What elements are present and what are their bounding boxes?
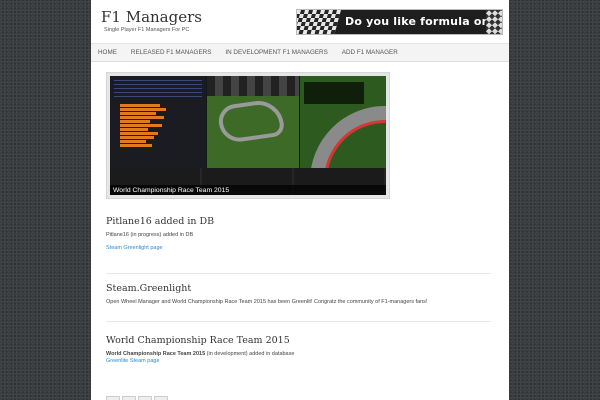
site-tagline: Single Player F1 Managers For PC (104, 27, 190, 33)
featured-slider[interactable]: World Championship Race Team 2015 (106, 72, 390, 199)
post-wcrt-2015: World Championship Race Team 2015 World … (106, 335, 491, 364)
screenshot-panel-standings (110, 76, 206, 168)
post-steam-greenlight: Steam.Greenlight Open Wheel Manager and … (106, 283, 491, 305)
nav-item-home[interactable]: HOME (91, 44, 124, 61)
featured-screenshot[interactable]: World Championship Race Team 2015 (110, 76, 386, 195)
pagination-button[interactable] (122, 396, 136, 400)
post-body-bold: World Championship Race Team 2015 (106, 351, 206, 357)
post-body: World Championship Race Team 2015 (in de… (106, 351, 491, 357)
nav-item-in-development[interactable]: IN DEVELOPMENT F1 MANAGERS (218, 44, 334, 61)
header-banner[interactable]: Do you like formula one? (296, 9, 503, 35)
slider-caption[interactable]: World Championship Race Team 2015 (110, 185, 386, 195)
post-link[interactable]: Steam Greenlight page (106, 245, 491, 251)
screenshot-panel-track-map (207, 76, 299, 168)
nav-item-add-manager[interactable]: ADD F1 MANAGER (335, 44, 405, 61)
post-title[interactable]: World Championship Race Team 2015 (106, 335, 491, 346)
post-body: Open Wheel Manager and World Championshi… (106, 299, 428, 305)
main-nav: HOME RELEASED F1 MANAGERS IN DEVELOPMENT… (91, 44, 509, 62)
post-title[interactable]: Steam.Greenlight (106, 283, 491, 294)
pagination-button[interactable] (106, 396, 120, 400)
post-pitlane16: Pitlane16 added in DB Pitlane16 (in prog… (106, 216, 491, 251)
nav-item-released[interactable]: RELEASED F1 MANAGERS (124, 44, 218, 61)
site-title[interactable]: F1 Managers (101, 8, 202, 26)
pagination (106, 396, 170, 400)
post-divider (106, 273, 491, 274)
screenshot-panel-race-view (300, 76, 386, 168)
post-divider (106, 321, 491, 322)
post-body-rest: (in development) added in database (205, 351, 295, 357)
page-container: F1 Managers Single Player F1 Managers Fo… (91, 0, 509, 400)
pagination-button[interactable] (138, 396, 152, 400)
post-title[interactable]: Pitlane16 added in DB (106, 216, 491, 227)
post-body: Pitlane16 (in progress) added in DB (106, 232, 194, 238)
site-header: F1 Managers Single Player F1 Managers Fo… (91, 0, 509, 44)
checkered-flag-icon (486, 10, 502, 34)
pagination-button[interactable] (154, 396, 168, 400)
checkered-flag-icon (297, 10, 341, 34)
post-link[interactable]: Greenlite Steam page (106, 358, 491, 364)
banner-text: Do you like formula one? (345, 15, 503, 28)
